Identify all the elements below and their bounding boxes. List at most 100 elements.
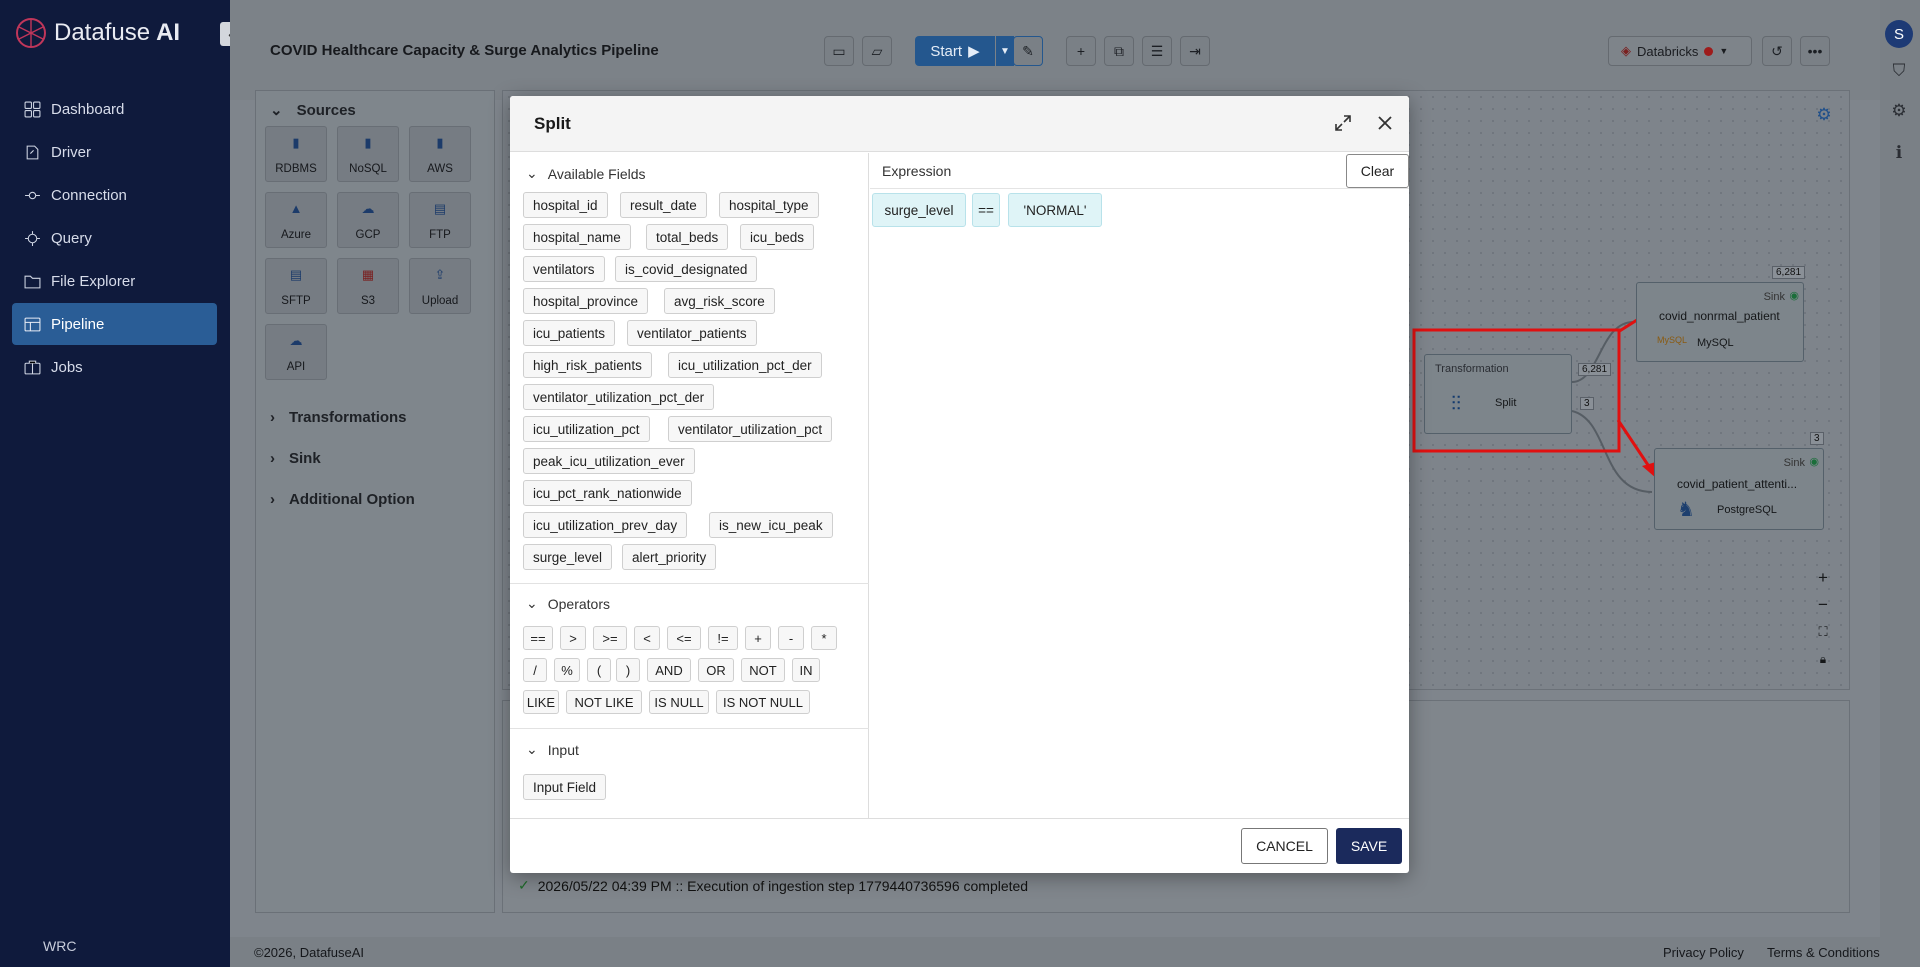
node-db-label: MySQL [1697, 337, 1734, 349]
copyright: ©2026, DatafuseAI [254, 945, 365, 960]
available-fields-label: Available Fields [547, 165, 646, 182]
output-count-badge: 6,281 [1578, 363, 1612, 376]
operator-button[interactable]: IS NOT NULL [716, 690, 810, 714]
divider [510, 583, 869, 584]
mysql-logo-icon: MySQL [1657, 335, 1688, 345]
sink-count-badge: 3 [1810, 432, 1824, 445]
input-field-button[interactable]: Input Field [523, 774, 607, 800]
field-chip[interactable]: icu_pct_rank_nationwide [523, 480, 692, 506]
field-chip[interactable]: ventilator_utilization_pct_der [523, 384, 715, 410]
save-button[interactable]: SAVE [1336, 828, 1402, 864]
operator-button[interactable]: / [523, 658, 547, 682]
field-chip[interactable]: hospital_id [523, 192, 608, 218]
input-header[interactable]: ⌄ Input [526, 741, 579, 758]
close-icon [1378, 116, 1392, 130]
operator-button[interactable]: != [708, 626, 738, 650]
field-chip[interactable]: ventilator_utilization_pct [668, 416, 833, 442]
field-chip[interactable]: hospital_province [523, 288, 649, 314]
dialog-title: Split [534, 114, 571, 133]
field-chip[interactable]: icu_utilization_prev_day [523, 512, 688, 538]
available-fields-header[interactable]: ⌄ Available Fields [526, 165, 646, 182]
node-db-label: PostgreSQL [1717, 504, 1777, 516]
operator-button[interactable]: % [554, 658, 580, 682]
field-chip[interactable]: icu_utilization_pct [523, 416, 650, 442]
field-chip[interactable]: hospital_type [719, 192, 819, 218]
sink-node-postgresql[interactable]: Sink ◉ covid_patient_attenti... ♞ Postgr… [1654, 448, 1824, 530]
field-chip[interactable]: is_new_icu_peak [709, 512, 833, 538]
operator-button[interactable]: < [634, 626, 660, 650]
field-chip[interactable]: icu_utilization_pct_der [668, 352, 822, 378]
split-icon: ⫶⫶ [1451, 393, 1461, 415]
expand-button[interactable] [1330, 110, 1356, 136]
operator-button[interactable]: + [745, 626, 771, 650]
operator-button[interactable]: == [523, 626, 553, 650]
postgresql-logo-icon: ♞ [1677, 499, 1695, 521]
terms-link[interactable]: Terms & Conditions [1767, 945, 1880, 960]
split-dialog: Split ⌄ Available Fields hospital_id resu… [510, 96, 1409, 873]
expression-token[interactable]: 'NORMAL' [1008, 193, 1102, 227]
node-type-label: Sink [1763, 291, 1785, 303]
operator-button[interactable]: > [560, 626, 586, 650]
field-chip[interactable]: icu_beds [740, 224, 815, 250]
expression-token[interactable]: surge_level [872, 193, 966, 227]
node-type-label: Transformation [1435, 363, 1509, 375]
close-button[interactable] [1372, 110, 1398, 136]
dialog-header: Split [510, 96, 1409, 152]
expression-header: Expression Clear [870, 153, 1409, 189]
node-name-label: covid_patient_attenti... [1677, 477, 1798, 491]
cancel-button[interactable]: CANCEL [1241, 828, 1328, 864]
output-count-badge: 3 [1580, 397, 1594, 410]
clear-button[interactable]: Clear [1346, 154, 1409, 188]
operator-button[interactable]: <= [667, 626, 701, 650]
operator-button[interactable]: ) [616, 658, 640, 682]
field-chip[interactable]: icu_patients [523, 320, 616, 346]
node-type-label: Sink [1783, 457, 1805, 469]
operator-button[interactable]: NOT LIKE [566, 690, 642, 714]
field-chip[interactable]: ventilator_patients [627, 320, 757, 346]
footer: ©2026, DatafuseAI Privacy Policy Terms &… [230, 937, 1880, 967]
expression-label: Expression [882, 163, 952, 179]
operator-button[interactable]: IS NULL [649, 690, 709, 714]
chevron-down-icon: ⌄ [526, 741, 538, 757]
operator-button[interactable]: LIKE [523, 690, 559, 714]
zoom-in-button[interactable]: + [1812, 567, 1834, 589]
transformation-node[interactable]: Transformation ⫶⫶ Split [1424, 354, 1572, 434]
expand-icon [1335, 115, 1351, 131]
operators-label: Operators [547, 595, 610, 612]
privacy-link[interactable]: Privacy Policy [1663, 945, 1744, 960]
field-chip[interactable]: peak_icu_utilization_ever [523, 448, 695, 474]
expression-token[interactable]: == [972, 193, 1000, 227]
expression-panel: Expression Clear surge_level == 'NORMAL' [870, 153, 1409, 818]
field-chip[interactable]: hospital_name [523, 224, 631, 250]
operator-button[interactable]: AND [647, 658, 691, 682]
sink-count-badge: 6,281 [1772, 266, 1806, 279]
operator-button[interactable]: >= [593, 626, 627, 650]
field-chip[interactable]: surge_level [523, 544, 613, 570]
log-text: 2026/05/22 04:39 PM :: Execution of inge… [537, 877, 1029, 894]
zoom-out-button[interactable]: − [1812, 594, 1834, 616]
operator-button[interactable]: * [811, 626, 837, 650]
field-chip[interactable]: result_date [620, 192, 707, 218]
check-circle-icon: ✓ [518, 877, 530, 893]
operators-header[interactable]: ⌄ Operators [526, 595, 610, 612]
arrow-to-sink2 [1616, 419, 1652, 469]
field-chip[interactable]: ventilators [523, 256, 605, 282]
operator-button[interactable]: NOT [741, 658, 785, 682]
sink-icon: ◉ [1809, 456, 1819, 468]
field-chip[interactable]: total_beds [646, 224, 729, 250]
field-chip[interactable]: high_risk_patients [523, 352, 652, 378]
operator-button[interactable]: OR [698, 658, 734, 682]
chevron-down-icon: ⌄ [526, 165, 538, 181]
field-chip[interactable]: is_covid_designated [615, 256, 758, 282]
fit-view-icon[interactable]: ⛶ [1812, 621, 1834, 643]
operator-button[interactable]: IN [792, 658, 820, 682]
lock-icon[interactable]: 🔒︎ [1812, 648, 1834, 670]
input-label: Input [547, 741, 579, 758]
operator-button[interactable]: - [778, 626, 804, 650]
chevron-down-icon: ⌄ [526, 595, 538, 611]
field-chip[interactable]: alert_priority [622, 544, 717, 570]
sink-node-mysql[interactable]: Sink ◉ covid_nonrmal_patient MySQL MySQL [1636, 282, 1804, 362]
field-chip[interactable]: avg_risk_score [664, 288, 775, 314]
sink-icon: ◉ [1789, 290, 1799, 302]
operator-button[interactable]: ( [587, 658, 611, 682]
